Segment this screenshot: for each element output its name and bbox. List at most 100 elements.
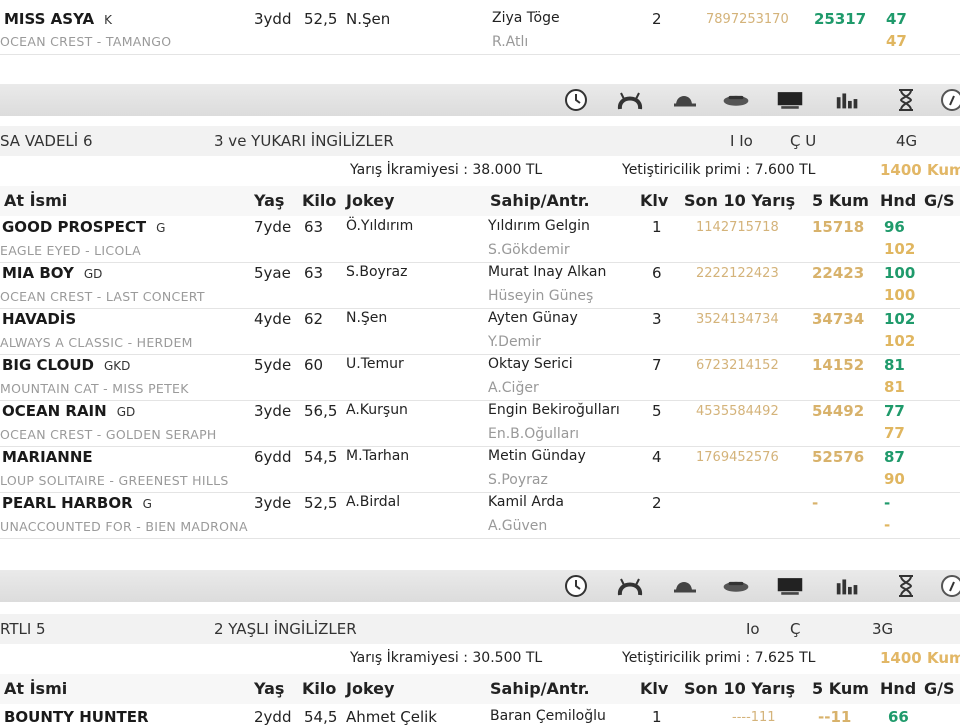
- col-kum[interactable]: 5 Kum: [812, 191, 869, 210]
- jockey[interactable]: M.Tarhan: [346, 448, 409, 464]
- kum: --11: [818, 708, 852, 726]
- owner[interactable]: Murat Inay Alkan: [488, 264, 606, 280]
- col-hnd[interactable]: Hnd: [880, 191, 916, 210]
- race-header: SA VADELİ 6 3 ve YUKARI İNGİLİZLER I Io …: [0, 126, 960, 156]
- saddle-icon[interactable]: [722, 88, 750, 112]
- trainer[interactable]: Y.Demir: [488, 334, 541, 350]
- jockey[interactable]: A.Kurşun: [346, 402, 408, 418]
- owner[interactable]: Engin Bekiroğulları: [488, 402, 620, 418]
- trainer[interactable]: A.Güven: [488, 518, 547, 534]
- distance-label: 1400 Kum: [880, 161, 960, 179]
- horse-name[interactable]: MARIANNE: [2, 448, 103, 466]
- owner[interactable]: Baran Çemiloğlu: [490, 708, 606, 724]
- trainer[interactable]: En.B.Oğulları: [488, 426, 579, 442]
- age: 6ydd: [254, 448, 292, 466]
- horseshoe-icon[interactable]: [616, 574, 644, 598]
- horse-name-text[interactable]: OCEAN RAIN: [2, 402, 107, 420]
- horse-name-text[interactable]: PEARL HARBOR: [2, 494, 133, 512]
- info-icon[interactable]: [938, 88, 960, 112]
- trainer[interactable]: R.Atlı: [492, 34, 528, 50]
- hourglass-icon[interactable]: [892, 574, 920, 598]
- tv-icon[interactable]: [776, 574, 804, 598]
- col-form[interactable]: Son 10 Yarış: [684, 191, 795, 210]
- col-hnd[interactable]: Hnd: [880, 679, 916, 698]
- horse-name-text[interactable]: MISS ASYA: [4, 10, 94, 28]
- pedigree: ALWAYS A CLASSIC - HERDEM: [0, 335, 193, 350]
- klv: 2: [652, 10, 662, 28]
- clock-icon[interactable]: [562, 88, 590, 112]
- clock-icon[interactable]: [562, 574, 590, 598]
- hourglass-icon[interactable]: [892, 88, 920, 112]
- info-icon[interactable]: [938, 574, 960, 598]
- hnd: -: [884, 494, 891, 512]
- hnd: 66: [888, 708, 909, 726]
- horse-name[interactable]: BOUNTY HUNTER: [4, 708, 149, 726]
- horse-name[interactable]: MISS ASYA K: [4, 10, 112, 28]
- owner[interactable]: Kamil Arda: [488, 494, 564, 510]
- jockey[interactable]: N.Şen: [346, 10, 390, 28]
- horse-tag: GD: [83, 267, 103, 281]
- col-jockey[interactable]: Jokey: [346, 191, 394, 210]
- horse-name-text[interactable]: HAVADİS: [2, 310, 76, 328]
- horse-name-text[interactable]: MIA BOY: [2, 264, 74, 282]
- owner[interactable]: Oktay Serici: [488, 356, 573, 372]
- kilo: 54,5: [304, 448, 338, 466]
- kum: 52576: [812, 448, 865, 466]
- horse-name[interactable]: HAVADİS: [2, 310, 86, 328]
- jockey[interactable]: Ahmet Çelik: [346, 708, 437, 726]
- pedigree: MOUNTAIN CAT - MISS PETEK: [0, 381, 189, 396]
- horse-tag: GKD: [103, 359, 131, 373]
- owner[interactable]: Ziya Töge: [492, 10, 560, 26]
- jockey[interactable]: Ö.Yıldırım: [346, 218, 413, 234]
- owner[interactable]: Ayten Günay: [488, 310, 578, 326]
- horse-tag: GD: [116, 405, 136, 419]
- jockey[interactable]: S.Boyraz: [346, 264, 407, 280]
- horse-name-text[interactable]: MARIANNE: [2, 448, 93, 466]
- col-owner[interactable]: Sahip/Antr.: [490, 191, 590, 210]
- horse-name[interactable]: OCEAN RAIN GD: [2, 402, 135, 420]
- col-jockey[interactable]: Jokey: [346, 679, 394, 698]
- col-horse-name[interactable]: At İsmi: [4, 191, 67, 210]
- jockey[interactable]: N.Şen: [346, 310, 387, 326]
- breeder-prize-label: Yetiştiricilik primi : 7.600 TL: [622, 162, 816, 178]
- saddle-icon[interactable]: [722, 574, 750, 598]
- col-form[interactable]: Son 10 Yarış: [684, 679, 795, 698]
- distance-label: 1400 Kum: [880, 649, 960, 667]
- col-klv[interactable]: Klv: [640, 191, 668, 210]
- breeder-prize-label: Yetiştiricilik primi : 7.625 TL: [622, 650, 816, 666]
- horse-name[interactable]: MIA BOY GD: [2, 264, 102, 282]
- horse-name-text[interactable]: GOOD PROSPECT: [2, 218, 146, 236]
- col-gs[interactable]: G/S: [924, 191, 955, 210]
- horseshoe-icon[interactable]: [616, 88, 644, 112]
- jockey[interactable]: A.Birdal: [346, 494, 400, 510]
- tv-icon[interactable]: [776, 88, 804, 112]
- trainer[interactable]: S.Poyraz: [488, 472, 548, 488]
- trainer[interactable]: S.Gökdemir: [488, 242, 570, 258]
- owner[interactable]: Yıldırım Gelgin: [488, 218, 590, 234]
- col-gs[interactable]: G/S: [924, 679, 955, 698]
- trainer[interactable]: A.Ciğer: [488, 380, 539, 396]
- horse-name-text[interactable]: BIG CLOUD: [2, 356, 94, 374]
- col-horse-name[interactable]: At İsmi: [4, 679, 67, 698]
- kum: 14152: [812, 356, 865, 374]
- jockey-cap-icon[interactable]: [670, 88, 698, 112]
- stats-icon[interactable]: [834, 574, 862, 598]
- col-owner[interactable]: Sahip/Antr.: [490, 679, 590, 698]
- col-klv[interactable]: Klv: [640, 679, 668, 698]
- col-kilo[interactable]: Kilo: [302, 679, 336, 698]
- horse-name[interactable]: PEARL HARBOR G: [2, 494, 152, 512]
- jockey[interactable]: U.Temur: [346, 356, 404, 372]
- horse-name[interactable]: GOOD PROSPECT G: [2, 218, 165, 236]
- hnd-2: 102: [884, 240, 916, 258]
- col-age[interactable]: Yaş: [254, 679, 284, 698]
- col-age[interactable]: Yaş: [254, 191, 284, 210]
- horse-name[interactable]: BIG CLOUD GKD: [2, 356, 130, 374]
- race-header-2: RTLI 5 2 YAŞLI İNGİLİZLER Io Ç 3G: [0, 614, 960, 644]
- jockey-cap-icon[interactable]: [670, 574, 698, 598]
- col-kum[interactable]: 5 Kum: [812, 679, 869, 698]
- trainer[interactable]: Hüseyin Güneş: [488, 288, 593, 304]
- owner[interactable]: Metin Günday: [488, 448, 586, 464]
- stats-icon[interactable]: [834, 88, 862, 112]
- col-kilo[interactable]: Kilo: [302, 191, 336, 210]
- race-category: 3 ve YUKARI İNGİLİZLER: [214, 132, 394, 150]
